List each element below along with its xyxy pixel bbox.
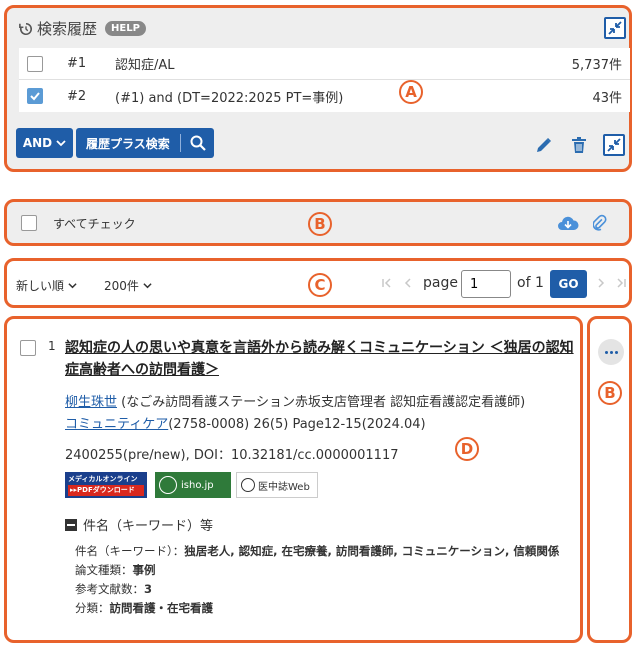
isho-logo[interactable]: isho.jp <box>155 472 231 498</box>
class-line: 分類：訪問看護・在宅看護 <box>75 599 575 618</box>
ichushi-label: 医中誌Web <box>258 481 310 493</box>
page-word: page <box>423 275 458 291</box>
class-label: 分類： <box>75 601 110 615</box>
author-affiliation: (なごみ訪問看護ステーション赤坂支店管理者 認知症看護認定看護師) <box>117 395 526 410</box>
article-side-actions: B <box>587 316 632 643</box>
history-num: #2 <box>67 88 87 104</box>
history-plus-search-button[interactable]: 履歴プラス検索 <box>76 128 214 158</box>
paperclip-icon[interactable] <box>589 212 611 234</box>
chevron-down-icon <box>68 283 77 289</box>
history-row: #1 認知症/AL 5,737件 <box>19 48 630 80</box>
page-total: of 1 <box>517 275 544 291</box>
marker-c: C <box>308 273 332 297</box>
history-table: #1 認知症/AL 5,737件 #2 (#1) and (DT=2022:20… <box>19 48 630 112</box>
keyword-section-label: 件名（キーワード）等 <box>83 519 214 534</box>
collapse-icon[interactable] <box>603 134 625 156</box>
article-result: 1 認知症の人の思いや真意を言語外から読み解くコミュニケーション ＜独居の認知症… <box>4 316 583 643</box>
next-page-icon[interactable] <box>597 278 605 288</box>
refs-line: 参考文献数：3 <box>75 580 575 599</box>
history-count[interactable]: 43件 <box>592 87 622 106</box>
isho-label: isho.jp <box>181 479 214 491</box>
type-line: 論文種類：事例 <box>75 561 575 580</box>
ichushi-logo[interactable]: 医中誌Web <box>236 472 318 498</box>
cloud-download-icon[interactable] <box>557 212 579 234</box>
check-all-label[interactable]: すべてチェック <box>53 215 136 232</box>
ichushi-mark-icon <box>241 478 255 492</box>
divider <box>180 134 181 152</box>
type-label: 論文種類： <box>75 563 133 577</box>
history-query: 認知症/AL <box>115 58 175 73</box>
keyword-section-toggle[interactable]: 件名（キーワード）等 <box>65 515 213 534</box>
row-checkbox[interactable] <box>27 55 43 72</box>
history-row: #2 (#1) and (DT=2022:2025 PT=事例) 43件 <box>19 80 630 112</box>
check-icon <box>30 92 40 101</box>
collapse-icon[interactable] <box>604 17 626 39</box>
and-label: AND <box>22 136 53 150</box>
journal-link[interactable]: コミュニティケア <box>65 417 168 432</box>
marker-b: B <box>308 212 332 236</box>
trash-icon[interactable] <box>568 134 590 156</box>
keywords-value: 独居老人, 認知症, 在宅療養, 訪問看護師, コミュニケーション, 信頼関係 <box>184 544 560 558</box>
history-title: 検索履歴 <box>37 20 98 38</box>
type-value: 事例 <box>132 563 156 577</box>
medical-online-line2: ▸▸PDFダウンロード <box>68 485 144 496</box>
row-checkbox[interactable] <box>27 88 43 104</box>
minus-icon <box>65 518 77 531</box>
isho-mark-icon <box>159 476 177 494</box>
medical-online-logo[interactable]: メディカルオンライン ▸▸PDFダウンロード <box>65 472 147 498</box>
author-link[interactable]: 柳生珠世 <box>65 395 117 410</box>
and-dropdown-button[interactable]: AND <box>16 128 73 158</box>
search-icon <box>190 135 206 151</box>
bulk-actions-bar: すべてチェック B <box>4 199 632 246</box>
first-page-icon[interactable] <box>382 278 392 288</box>
article-title[interactable]: 認知症の人の思いや真意を言語外から読み解くコミュニケーション ＜独居の認知症高齢… <box>65 337 581 381</box>
prev-page-icon[interactable] <box>404 278 412 288</box>
refs-value: 3 <box>144 582 153 596</box>
marker-a: A <box>399 80 423 104</box>
go-button[interactable]: GO <box>550 270 587 298</box>
marker-b-side: B <box>598 381 622 405</box>
history-num: #1 <box>67 56 87 71</box>
pagination-bar: 新しい順 200件 C page of 1 GO <box>4 258 632 308</box>
sort-select[interactable]: 新しい順 <box>16 277 77 294</box>
history-count[interactable]: 5,737件 <box>572 54 622 73</box>
article-checkbox[interactable] <box>20 340 36 356</box>
history-query: (#1) and (DT=2022:2025 PT=事例) <box>115 90 344 106</box>
journal-info: (2758-0008) 26(5) Page12-15(2024.04) <box>168 417 426 432</box>
chevron-down-icon <box>143 283 152 289</box>
marker-d: D <box>455 437 479 461</box>
refs-label: 参考文献数： <box>75 582 144 596</box>
search-history-panel: 検索履歴 HELP #1 認知症/AL 5,737件 #2 (#1) and (… <box>4 5 632 172</box>
sort-label: 新しい順 <box>16 279 65 293</box>
more-options-icon[interactable] <box>598 339 624 365</box>
check-all-checkbox[interactable] <box>21 215 37 231</box>
keywords-line: 件名（キーワード）：独居老人, 認知症, 在宅療養, 訪問看護師, コミュニケー… <box>75 542 575 561</box>
history-header: 検索履歴 HELP <box>19 18 146 39</box>
help-badge[interactable]: HELP <box>105 21 146 36</box>
plus-search-label: 履歴プラス検索 <box>86 136 170 151</box>
medical-online-line1: メディカルオンライン <box>68 475 138 483</box>
article-authors: 柳生珠世 (なごみ訪問看護ステーション赤坂支店管理者 認知症看護認定看護師) コ… <box>65 392 581 436</box>
article-ids: 2400255(pre/new), DOI：10.32181/cc.000000… <box>65 448 399 463</box>
class-value: 訪問看護・在宅看護 <box>109 601 214 615</box>
history-icon <box>19 22 33 36</box>
per-page-select[interactable]: 200件 <box>104 277 152 294</box>
chevron-down-icon <box>56 140 66 147</box>
article-index: 1 <box>48 339 56 353</box>
keyword-details: 件名（キーワード）：独居老人, 認知症, 在宅療養, 訪問看護師, コミュニケー… <box>75 542 575 618</box>
last-page-icon[interactable] <box>616 278 626 288</box>
per-page-label: 200件 <box>104 279 139 293</box>
keywords-label: 件名（キーワード）： <box>75 544 185 558</box>
pencil-icon[interactable] <box>533 134 555 156</box>
page-input[interactable] <box>461 270 511 298</box>
